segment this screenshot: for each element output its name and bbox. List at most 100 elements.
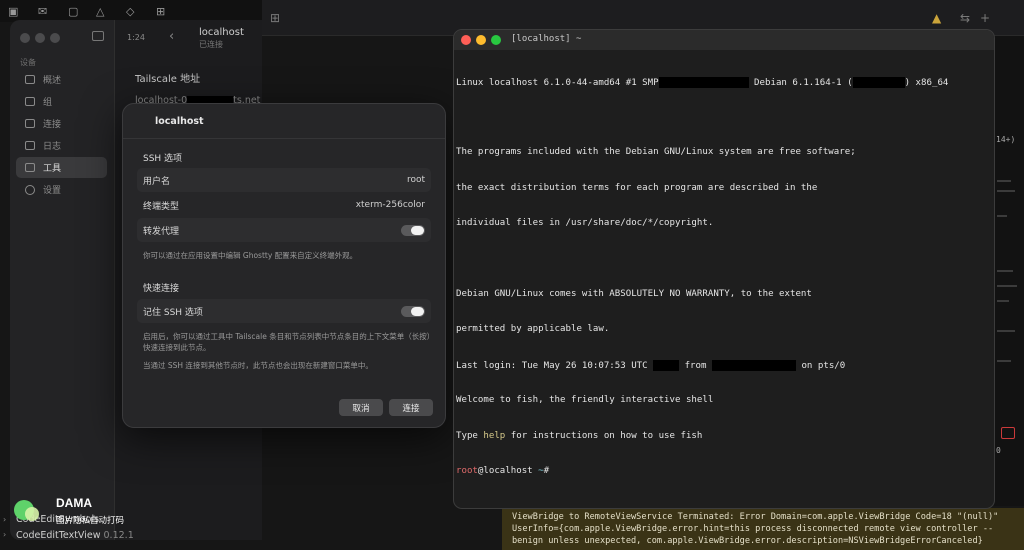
terminal-line: The programs included with the Debian GN… <box>456 147 856 158</box>
forward-agent-toggle[interactable] <box>401 224 425 236</box>
terminal-text: Last login: Tue May 26 10:07:53 UTC <box>456 360 654 371</box>
diamond-icon[interactable]: ◇ <box>126 5 134 18</box>
chevron-right-icon[interactable]: › <box>3 515 6 524</box>
prompt-host: @localhost <box>477 465 533 476</box>
minimap-line <box>997 330 1015 332</box>
terminal-line: Debian GNU/Linux comes with ABSOLUTELY N… <box>456 288 812 299</box>
watermark-subtitle: 图片隐私自动打码 <box>56 516 125 526</box>
editor-text-fragment: 0 <box>996 446 1001 455</box>
forward-agent-label: 转发代理 <box>143 226 180 237</box>
terminal-keyword: help <box>483 430 506 441</box>
sidebar-toggle-icon[interactable] <box>92 31 104 41</box>
package-name: CodeEditTextView <box>16 530 101 541</box>
redaction-block <box>658 76 749 88</box>
sidebar-item-label: 连接 <box>43 120 62 130</box>
terminal-text: on pts/0 <box>795 360 846 371</box>
minimap-line <box>997 285 1017 287</box>
overview-icon <box>25 75 35 84</box>
redaction-block <box>852 76 905 88</box>
quick-connect-note: 启用后，你可以通过工具中 Tailscale 条目和节点列表中节点条目的上下文菜… <box>143 332 431 352</box>
minimap-line <box>997 215 1007 217</box>
redaction-block <box>711 359 796 371</box>
terminal-line: Welcome to fish, the friendly interactiv… <box>456 395 714 406</box>
minimap-line <box>997 190 1015 192</box>
sidebar-item-label: 工具 <box>43 164 62 174</box>
chevron-left-icon[interactable]: ‹ <box>169 29 174 44</box>
sidebar-item-groups[interactable]: 组 <box>16 91 107 112</box>
sidebar-item-settings[interactable]: 设置 <box>16 179 107 200</box>
terminal-type-value[interactable]: xterm-256color <box>356 200 425 210</box>
terminal-line: Last login: Tue May 26 10:07:53 UTC from… <box>456 359 948 372</box>
minimize-window-button[interactable] <box>35 33 45 43</box>
divider <box>123 138 445 139</box>
log-line: benign unless unexpected, com.apple.View… <box>512 536 983 546</box>
cancel-button[interactable]: 取消 <box>339 399 383 416</box>
sidebar-item-logs[interactable]: 日志 <box>16 135 107 156</box>
forward-agent-row: 转发代理 <box>137 218 431 242</box>
minimize-window-button[interactable] <box>476 35 486 45</box>
stop-button[interactable] <box>1001 427 1015 439</box>
window-icon[interactable]: ▣ <box>8 5 18 18</box>
prompt-user: root <box>456 465 478 476</box>
box-icon[interactable]: ▢ <box>68 5 78 18</box>
username-field[interactable]: 用户名 root <box>137 168 431 192</box>
grid-icon[interactable]: ⊞ <box>156 5 165 18</box>
warning-icon[interactable]: △ <box>96 5 104 18</box>
chevron-right-icon[interactable]: › <box>3 530 6 539</box>
mail-icon[interactable]: ✉ <box>38 5 47 18</box>
remember-ssh-label: 记住 SSH 选项 <box>143 307 203 318</box>
terminal-window[interactable]: [localhost] ~ Linux localhost 6.1.0-44-a… <box>453 29 995 509</box>
section-title: 快速连接 <box>143 284 180 294</box>
connection-time: 1:24 <box>127 33 145 42</box>
terminal-line: individual files in /usr/share/doc/*/cop… <box>456 218 714 229</box>
terminal-title: [localhost] ~ <box>511 34 582 44</box>
terminal-titlebar: [localhost] ~ <box>454 30 994 50</box>
sidebar-item-tools[interactable]: 工具 <box>16 157 107 178</box>
sidebar-item-overview[interactable]: 概述 <box>16 69 107 90</box>
terminal-prompt[interactable]: root@localhost ~# <box>456 466 948 478</box>
package-row[interactable]: CodeEditTextView 0.12.1 <box>16 530 134 541</box>
tailscale-address-label: Tailscale 地址 <box>135 74 201 85</box>
terminal-type-label: 终端类型 <box>143 201 180 212</box>
sidebar-section-label: 设备 <box>20 58 36 67</box>
host-status: 已连接 <box>199 40 223 49</box>
terminal-line: the exact distribution terms for each pr… <box>456 182 818 193</box>
close-window-button[interactable] <box>20 33 30 43</box>
logs-icon <box>25 141 35 150</box>
gear-icon <box>25 184 35 195</box>
terminal-text: Type <box>456 430 484 441</box>
prompt-dir: ~ <box>532 465 544 476</box>
terminal-line: Type help for instructions on how to use… <box>456 431 948 443</box>
prompt-symbol: # <box>543 465 550 476</box>
connect-button[interactable]: 连接 <box>389 399 433 416</box>
sidebar-item-label: 设置 <box>43 186 62 196</box>
connections-icon <box>25 119 35 128</box>
swap-icon[interactable]: ⇆ <box>960 11 970 25</box>
editor-text-fragment: 14+) <box>996 135 1016 144</box>
tools-icon <box>25 163 35 172</box>
terminal-type-field[interactable]: 终端类型 xterm-256color <box>137 193 431 217</box>
grid-icon[interactable]: ⊞ <box>270 11 280 25</box>
warning-icon[interactable]: ▲ <box>932 11 941 25</box>
watermark-title: DAMA <box>56 496 92 510</box>
close-window-button[interactable] <box>461 35 471 45</box>
redaction-block <box>653 359 680 371</box>
terminal-text: Linux localhost 6.1.0-44-amd64 #1 SMP <box>456 77 659 88</box>
username-value[interactable]: root <box>407 175 425 185</box>
zoom-window-button[interactable] <box>491 35 501 45</box>
dialog-title: localhost <box>155 116 204 127</box>
minimap-line <box>997 360 1011 362</box>
minimap-line <box>997 270 1013 272</box>
sidebar-item-connections[interactable]: 连接 <box>16 113 107 134</box>
zoom-window-button[interactable] <box>50 33 60 43</box>
sidebar-item-label: 组 <box>43 98 53 108</box>
sidebar-item-label: 日志 <box>43 142 62 152</box>
sidebar-item-label: 概述 <box>43 76 62 86</box>
remember-ssh-toggle[interactable] <box>401 305 425 317</box>
username-label: 用户名 <box>143 176 171 187</box>
add-icon[interactable]: + <box>980 11 990 25</box>
minimap-line <box>997 180 1011 182</box>
terminal-output[interactable]: Linux localhost 6.1.0-44-amd64 #1 SMP De… <box>456 53 948 501</box>
